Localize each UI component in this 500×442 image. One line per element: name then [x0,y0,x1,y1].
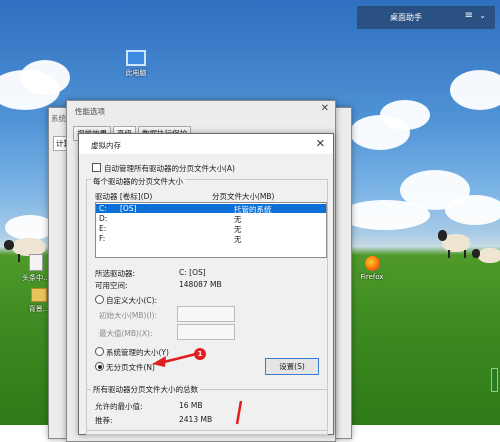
col-drive-header: 驱动器 [卷标](D) [95,192,153,201]
list-item[interactable]: E: 无 [96,224,326,234]
auto-manage-label[interactable]: 自动管理所有驱动器的分页文件大小(A) [104,163,235,174]
sheep-image [438,230,474,260]
no-paging-file-radio[interactable] [95,362,104,371]
selected-drive-label: 所选驱动器: [95,269,136,278]
initial-size-input[interactable] [177,306,235,322]
list-item[interactable]: D: 无 [96,214,326,224]
custom-size-radio[interactable] [95,295,104,304]
free-space-label: 可用空间: [95,281,128,290]
desktop-assistant-widget[interactable]: 桌面助手 ≡ ⌄ [357,6,495,29]
total-group-label: 所有驱动器分页文件大小的总数 [91,384,200,395]
dialog-titlebar: 虚拟内存 ✕ [79,134,333,154]
annotation-arrow-icon [152,352,197,367]
max-size-input[interactable] [177,324,235,340]
dialog-title: 虚拟内存 [91,141,121,150]
desktop-icon-firefox[interactable]: Firefox [355,256,389,281]
total-paging-group [86,389,328,435]
initial-size-label: 初始大小(MB)(I): [99,311,158,320]
document-icon [29,254,43,271]
recommended-label: 推荐: [95,416,113,425]
scrollbar-decoration [491,368,498,392]
set-button[interactable]: 设置(S) [265,358,319,375]
sheep-image [472,246,500,270]
close-icon[interactable]: ✕ [321,103,329,114]
desktop-icon-label: 此电脑 [125,69,147,77]
window-title: 性能选项 [75,107,105,116]
folder-icon [31,288,47,302]
free-space-value: 148087 MB [179,280,222,289]
menu-icon[interactable]: ≡ [465,10,473,21]
desktop-icon-label: Firefox [360,273,384,281]
max-size-label: 最大值(MB)(X): [99,329,153,338]
assistant-title: 桌面助手 [390,13,422,22]
desktop-icon-label: 背景... [28,305,50,313]
chevron-down-icon[interactable]: ⌄ [479,11,486,20]
drive-list[interactable]: C: [OS] 托管的系统 D: 无 E: 无 F: 无 [95,202,327,258]
desktop-icon-computer[interactable]: 此电脑 [118,50,154,78]
list-item[interactable]: F: 无 [96,234,326,244]
no-paging-file-label[interactable]: 无分页文件(N) [106,362,155,373]
close-icon[interactable]: ✕ [316,137,325,150]
group-label: 每个驱动器的分页文件大小 [91,176,185,187]
recommended-value: 2413 MB [179,415,213,424]
system-managed-radio[interactable] [95,347,104,356]
selected-drive-value: C: [OS] [179,268,206,277]
desktop-icon-label: 头条中... [22,274,50,282]
auto-manage-checkbox[interactable] [92,163,101,172]
computer-icon [126,50,146,66]
col-size-header: 分页文件大小(MB) [212,192,275,201]
annotation-arrow-down-icon [235,400,243,425]
min-allowed-label: 允许的最小值: [95,402,143,411]
min-allowed-value: 16 MB [179,401,203,410]
list-item[interactable]: C: [OS] 托管的系统 [96,204,326,214]
custom-size-label[interactable]: 自定义大小(C): [106,295,157,306]
firefox-icon [364,256,380,271]
virtual-memory-dialog[interactable]: 虚拟内存 ✕ 自动管理所有驱动器的分页文件大小(A) 每个驱动器的分页文件大小 … [78,133,334,435]
